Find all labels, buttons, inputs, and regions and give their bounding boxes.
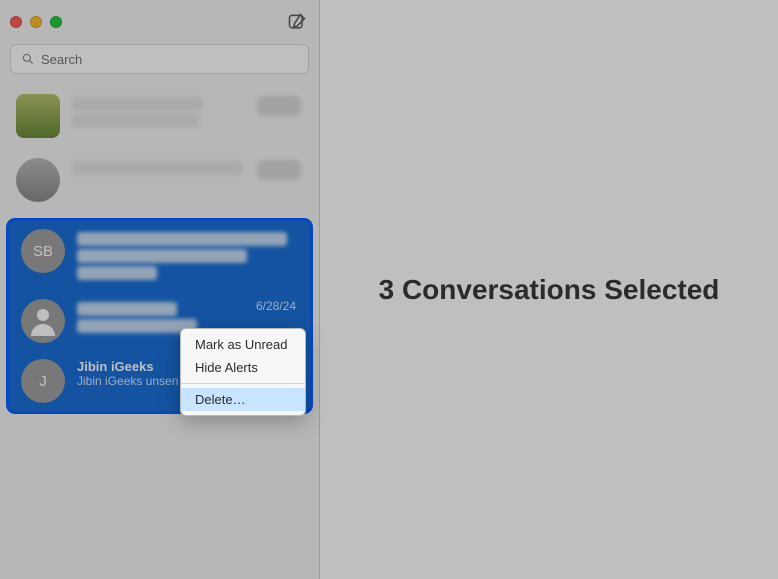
avatar-initials: SB [21,229,65,273]
context-menu: Mark as Unread Hide Alerts Delete… [180,328,306,416]
conversation-row[interactable]: SB [9,221,310,291]
menu-hide-alerts[interactable]: Hide Alerts [181,356,305,379]
conversation-date: 6/28/24 [256,299,296,313]
search-input[interactable] [41,52,298,67]
redacted-text [77,302,177,316]
redacted-text [72,114,199,128]
person-icon [25,303,61,339]
selection-headline: 3 Conversations Selected [379,274,720,306]
search-icon [21,52,35,66]
window-minimize-button[interactable] [30,16,42,28]
avatar [16,158,60,202]
conversation-row[interactable] [2,84,317,148]
redacted-text [72,161,242,175]
compose-button[interactable] [285,10,309,34]
compose-icon [287,12,307,32]
conversation-row[interactable] [2,148,317,212]
redacted-date [257,160,301,180]
menu-delete[interactable]: Delete… [181,388,305,411]
search-field[interactable] [10,44,309,74]
window-close-button[interactable] [10,16,22,28]
traffic-lights [10,16,62,28]
menu-mark-unread[interactable]: Mark as Unread [181,333,305,356]
window-zoom-button[interactable] [50,16,62,28]
avatar [16,94,60,138]
redacted-text [72,97,202,111]
redacted-text [77,319,197,333]
redacted-text [77,266,157,280]
sidebar: SB [0,0,320,579]
redacted-date [257,96,301,116]
avatar-generic [21,299,65,343]
conversation-pane: 3 Conversations Selected [320,0,778,579]
redacted-text [77,232,287,246]
avatar-initials: J [21,359,65,403]
titlebar [0,0,319,44]
menu-separator [181,383,305,384]
redacted-text [77,249,247,263]
